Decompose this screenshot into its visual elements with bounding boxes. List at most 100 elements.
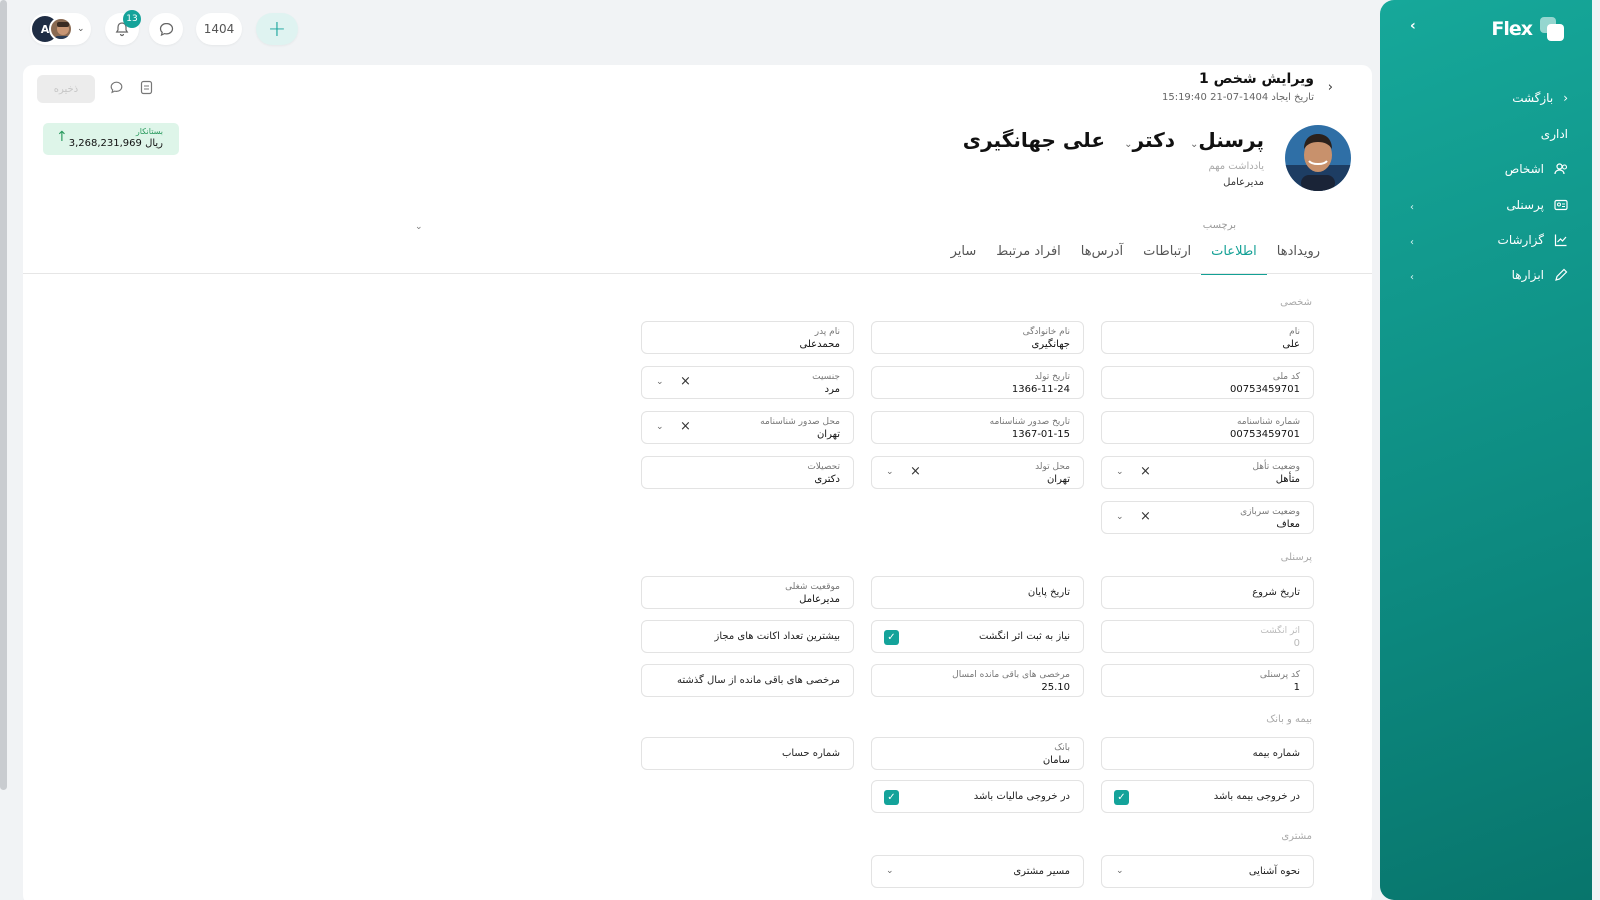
notifications-button[interactable]: 13 [105, 10, 141, 45]
tab-bar: رویدادها اطلاعات ارتباطات آدرس‌ها افراد … [941, 244, 1330, 275]
staff-code-field[interactable]: کد پرسنلی 1 [1101, 664, 1314, 697]
tag-dropdown-chevron-icon[interactable]: ⌄ [415, 222, 423, 232]
chevron-left-icon[interactable]: ‹ [1410, 272, 1414, 283]
notification-badge: 13 [123, 10, 141, 28]
sidebar-group-admin: اداری [1540, 127, 1568, 141]
sidebar-item-reports[interactable]: گزارشات [1498, 233, 1568, 247]
chevron-right-icon: › [1563, 91, 1568, 105]
clear-icon[interactable]: × [1140, 464, 1151, 479]
first-name-field[interactable]: نام علی [1101, 321, 1314, 354]
balance-card: ↑ بستانکار 3,268,231,969 ریال [43, 123, 179, 155]
comments-button[interactable] [109, 80, 124, 98]
created-timestamp: تاریخ ایجاد 1404-07-21 15:19:40 [1161, 92, 1314, 103]
chat-icon [110, 81, 123, 94]
id-number-field[interactable]: شماره شناسنامه 00753459701 [1101, 411, 1314, 444]
tab-events[interactable]: رویدادها [1267, 244, 1330, 275]
birth-place-select[interactable]: محل تولد تهران × ⌄ [871, 456, 1084, 489]
page-scrollbar[interactable] [0, 0, 7, 790]
bank-field[interactable]: بانک سامان [871, 737, 1084, 770]
id-card-icon [1554, 199, 1568, 211]
military-status-select[interactable]: وضعیت سربازی معاف × ⌄ [1101, 501, 1314, 534]
collapse-sidebar-icon[interactable]: ‹ [1410, 18, 1416, 34]
last-name-field[interactable]: نام خانوادگی جهانگیری [871, 321, 1084, 354]
insurance-number-field[interactable]: شماره بیمه [1101, 737, 1314, 770]
document-button[interactable] [139, 80, 154, 98]
document-icon [140, 80, 153, 95]
balance-label: بستانکار [135, 127, 163, 136]
chevron-down-icon[interactable]: ⌄ [1116, 467, 1124, 477]
leave-this-year-field[interactable]: مرخصی های باقی مانده امسال 25.10 [871, 664, 1084, 697]
balance-value: 3,268,231,969 ریال [68, 138, 163, 149]
pencil-icon [1555, 268, 1568, 281]
clear-icon[interactable]: × [680, 374, 691, 389]
need-fingerprint-checkbox[interactable]: نیاز به ثبت اثر انگشت ✓ [871, 620, 1084, 653]
check-icon[interactable]: ✓ [1114, 790, 1129, 805]
job-position-field[interactable]: موقعیت شغلی مدیرعامل [641, 576, 854, 609]
chevron-left-icon[interactable]: ‹ [1410, 202, 1414, 213]
chevron-down-icon: ⌄ [77, 24, 85, 34]
account-switcher[interactable]: A ⌄ [30, 13, 91, 45]
check-icon[interactable]: ✓ [884, 630, 899, 645]
chart-icon [1554, 234, 1567, 247]
chevron-down-icon[interactable]: ⌄ [1116, 866, 1124, 876]
role-dropdown[interactable]: ⌄پرسنل [1186, 128, 1264, 152]
account-number-field[interactable]: شماره حساب [641, 737, 854, 770]
logo-icon [1540, 17, 1564, 41]
clear-icon[interactable]: × [910, 464, 921, 479]
fingerprint-field[interactable]: اثر انگشت 0 [1101, 620, 1314, 653]
chevron-down-icon[interactable]: ⌄ [1116, 512, 1124, 522]
sidebar: ‹ Flex › بازگشت اداری اشخاص پرسنلی ‹ گزا… [1380, 0, 1592, 900]
chevron-down-icon[interactable]: ⌄ [656, 377, 664, 387]
tab-divider [23, 273, 1372, 274]
father-name-field[interactable]: نام پدر محمدعلی [641, 321, 854, 354]
tab-addresses[interactable]: آدرس‌ها [1071, 244, 1133, 275]
profile-photo[interactable] [1285, 125, 1351, 191]
honorific-dropdown[interactable]: ⌄دکتر [1120, 128, 1175, 152]
acquaintance-select[interactable]: نحوه آشنایی ⌄ [1101, 855, 1314, 888]
leave-last-year-field[interactable]: مرخصی های باقی مانده از سال گذشته [641, 664, 854, 697]
sidebar-item-tools[interactable]: ابزارها [1512, 268, 1568, 282]
start-date-field[interactable]: تاریخ شروع [1101, 576, 1314, 609]
check-icon[interactable]: ✓ [884, 790, 899, 805]
clear-icon[interactable]: × [680, 419, 691, 434]
tab-other[interactable]: سایر [941, 244, 987, 275]
sidebar-item-back[interactable]: › بازگشت [1512, 91, 1568, 105]
national-code-field[interactable]: کد ملی 00753459701 [1101, 366, 1314, 399]
end-date-field[interactable]: تاریخ پایان [871, 576, 1084, 609]
page-title: ویرایش شخص 1 [1199, 71, 1314, 87]
chevron-down-icon[interactable]: ⌄ [886, 467, 894, 477]
fiscal-year-button[interactable]: 1404 [196, 13, 242, 45]
tab-info[interactable]: اطلاعات [1201, 244, 1267, 275]
note-value[interactable]: مدیرعامل [1223, 177, 1264, 188]
support-button[interactable] [149, 13, 183, 45]
birth-date-field[interactable]: تاریخ تولد 1366-11-24 [871, 366, 1084, 399]
gender-select[interactable]: جنسیت مرد × ⌄ [641, 366, 854, 399]
sidebar-item-people[interactable]: اشخاص [1505, 162, 1568, 176]
tag-label: برچسب [1202, 220, 1236, 231]
save-button[interactable]: ذخیره [37, 75, 95, 103]
insurance-output-checkbox[interactable]: در خروجی بیمه باشد ✓ [1101, 780, 1314, 813]
tab-communications[interactable]: ارتباطات [1133, 244, 1201, 275]
clear-icon[interactable]: × [1140, 509, 1151, 524]
marital-status-select[interactable]: وضعیت تأهل متأهل × ⌄ [1101, 456, 1314, 489]
max-accounts-field[interactable]: بیشترین تعداد اکانت های مجاز [641, 620, 854, 653]
id-issue-date-field[interactable]: تاریخ صدور شناسنامه 1367-01-15 [871, 411, 1084, 444]
id-issue-place-select[interactable]: محل صدور شناسنامه تهران × ⌄ [641, 411, 854, 444]
add-button[interactable]: + [256, 13, 298, 45]
chat-icon [159, 22, 173, 36]
person-name[interactable]: علی جهانگیری [963, 128, 1105, 152]
tab-related-people[interactable]: افراد مرتبط [986, 244, 1071, 275]
plus-icon: + [267, 16, 287, 42]
section-customer-title: مشتری [1281, 831, 1312, 842]
back-chevron-icon[interactable]: › [1328, 80, 1333, 95]
tax-output-checkbox[interactable]: در خروجی مالیات باشد ✓ [871, 780, 1084, 813]
education-field[interactable]: تحصیلات دکتری [641, 456, 854, 489]
sidebar-item-staff[interactable]: پرسنلی [1506, 198, 1568, 212]
users-icon [1554, 163, 1568, 175]
chevron-down-icon[interactable]: ⌄ [886, 866, 894, 876]
chevron-left-icon[interactable]: ‹ [1410, 237, 1414, 248]
arrow-up-icon: ↑ [56, 129, 68, 145]
section-insurance-title: بیمه و بانک [1266, 714, 1312, 725]
customer-path-select[interactable]: مسیر مشتری ⌄ [871, 855, 1084, 888]
chevron-down-icon[interactable]: ⌄ [656, 422, 664, 432]
